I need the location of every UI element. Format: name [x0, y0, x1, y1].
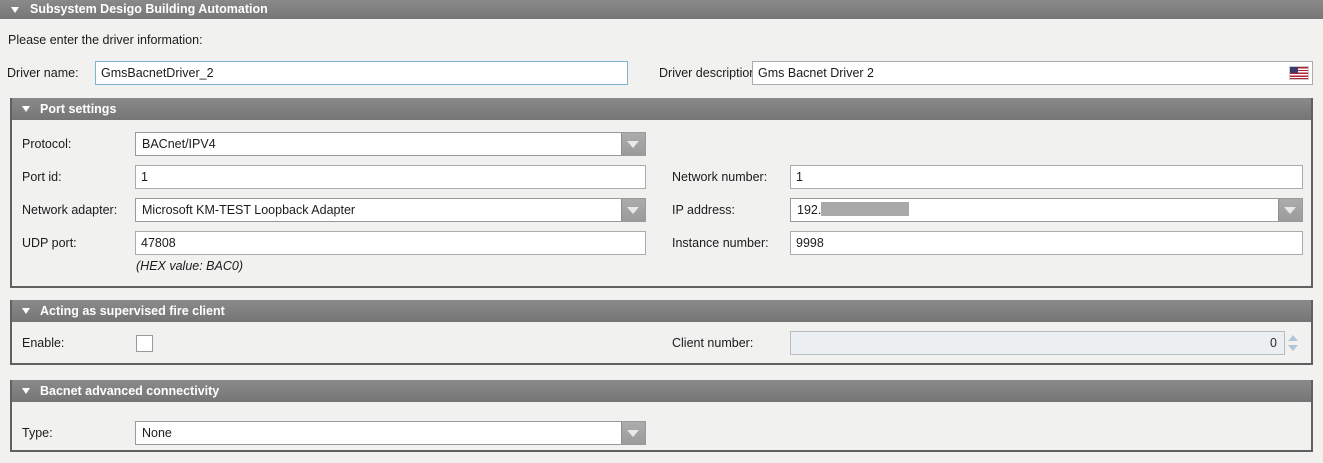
type-label: Type: — [22, 421, 53, 445]
protocol-label: Protocol: — [22, 132, 71, 156]
driver-config-panel: Subsystem Desigo Building Automation Ple… — [0, 0, 1323, 463]
client-number-spinner[interactable] — [1287, 332, 1299, 354]
fire-client-title: Acting as supervised fire client — [40, 300, 225, 322]
port-settings-title: Port settings — [40, 98, 116, 120]
instance-number-label: Instance number: — [672, 231, 769, 255]
ip-address-value: 192. — [797, 199, 1276, 221]
type-value: None — [142, 422, 619, 444]
dropdown-button[interactable] — [621, 422, 645, 444]
driver-description-input[interactable] — [752, 61, 1313, 85]
us-flag-icon — [1290, 67, 1308, 79]
type-dropdown[interactable]: None — [135, 421, 646, 445]
collapse-icon[interactable] — [22, 106, 30, 112]
network-adapter-dropdown[interactable]: Microsoft KM-TEST Loopback Adapter — [135, 198, 646, 222]
advanced-connectivity-header[interactable]: Bacnet advanced connectivity — [12, 380, 1311, 402]
dropdown-button[interactable] — [621, 199, 645, 221]
driver-name-input[interactable] — [95, 61, 628, 85]
intro-text: Please enter the driver information: — [8, 33, 203, 47]
collapse-icon[interactable] — [22, 388, 30, 394]
ip-address-dropdown[interactable]: 192. — [790, 198, 1303, 222]
chevron-down-icon — [627, 207, 639, 214]
subsystem-section-header[interactable]: Subsystem Desigo Building Automation — [0, 0, 1323, 19]
subsystem-section-title: Subsystem Desigo Building Automation — [30, 0, 268, 19]
chevron-down-icon — [627, 430, 639, 437]
redacted-ip-block — [821, 202, 909, 216]
port-settings-section: Port settings Protocol: BACnet/IPV4 Port… — [10, 98, 1313, 288]
dropdown-button[interactable] — [621, 133, 645, 155]
spinner-down-icon[interactable] — [1288, 345, 1298, 351]
dropdown-button[interactable] — [1278, 199, 1302, 221]
driver-description-field — [752, 61, 1313, 85]
port-id-input[interactable] — [135, 165, 646, 189]
network-adapter-label: Network adapter: — [22, 198, 117, 222]
enable-checkbox[interactable] — [136, 335, 153, 352]
udp-port-label: UDP port: — [22, 231, 77, 255]
network-number-input[interactable] — [790, 165, 1303, 189]
fire-client-section: Acting as supervised fire client Enable:… — [10, 300, 1313, 365]
udp-port-input[interactable] — [135, 231, 646, 255]
chevron-down-icon — [627, 141, 639, 148]
flag-canton — [1290, 67, 1298, 73]
instance-number-input[interactable] — [790, 231, 1303, 255]
spinner-up-icon[interactable] — [1288, 335, 1298, 341]
protocol-dropdown[interactable]: BACnet/IPV4 — [135, 132, 646, 156]
protocol-value: BACnet/IPV4 — [142, 133, 619, 155]
chevron-down-icon — [1284, 207, 1296, 214]
driver-description-label: Driver description: — [659, 61, 760, 85]
collapse-icon[interactable] — [11, 7, 19, 13]
driver-name-label: Driver name: — [7, 61, 79, 85]
network-adapter-value: Microsoft KM-TEST Loopback Adapter — [142, 199, 619, 221]
advanced-connectivity-title: Bacnet advanced connectivity — [40, 380, 219, 402]
collapse-icon[interactable] — [22, 308, 30, 314]
port-id-label: Port id: — [22, 165, 62, 189]
advanced-connectivity-section: Bacnet advanced connectivity Type: None — [10, 380, 1313, 452]
udp-port-hex-note: (HEX value: BAC0) — [136, 259, 243, 273]
port-settings-header[interactable]: Port settings — [12, 98, 1311, 120]
enable-label: Enable: — [22, 331, 64, 355]
fire-client-header[interactable]: Acting as supervised fire client — [12, 300, 1311, 322]
client-number-label: Client number: — [672, 331, 753, 355]
client-number-value: 0 — [1270, 332, 1277, 354]
ip-address-label: IP address: — [672, 198, 735, 222]
client-number-field: 0 — [790, 331, 1285, 355]
network-number-label: Network number: — [672, 165, 767, 189]
